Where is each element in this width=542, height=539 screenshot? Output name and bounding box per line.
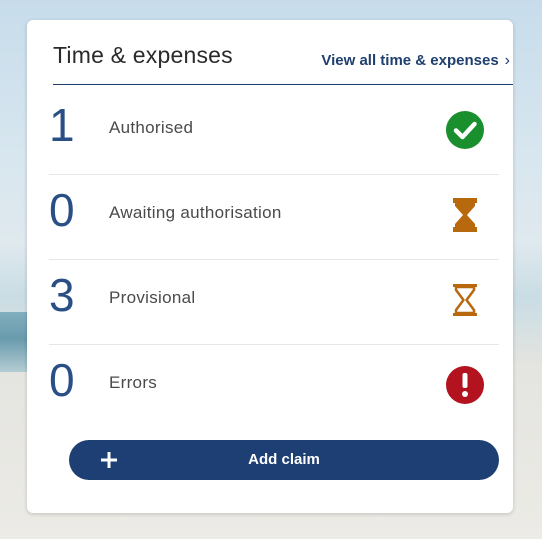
status-count: 3 [49,269,75,321]
status-label: Authorised [109,118,194,137]
status-row-awaiting-authorisation[interactable]: 0 Awaiting authorisation [49,175,499,260]
card-title: Time & expenses [53,42,233,68]
alert-circle-icon [446,366,484,404]
card-header: Time & expenses View all time & expenses… [53,42,513,85]
status-count: 0 [49,354,75,406]
status-label: Awaiting authorisation [109,203,282,222]
status-row-errors[interactable]: 0 Errors [49,345,499,429]
status-label: Provisional [109,288,196,307]
status-label: Errors [109,373,158,392]
view-all-label: View all time & expenses [321,52,499,69]
status-count: 1 [49,99,75,151]
time-expenses-card: Time & expenses View all time & expenses… [27,20,513,513]
status-count: 0 [49,184,75,236]
add-claim-button[interactable]: Add claim [69,440,499,480]
status-row-authorised[interactable]: 1 Authorised [49,90,499,175]
view-all-link[interactable]: View all time & expenses › [321,52,510,70]
check-circle-icon [446,111,484,149]
hourglass-filled-icon [453,198,477,232]
status-row-provisional[interactable]: 3 Provisional [49,260,499,345]
add-claim-label: Add claim [248,451,320,468]
chevron-right-icon: › [504,52,510,69]
hourglass-outline-icon [453,284,477,316]
